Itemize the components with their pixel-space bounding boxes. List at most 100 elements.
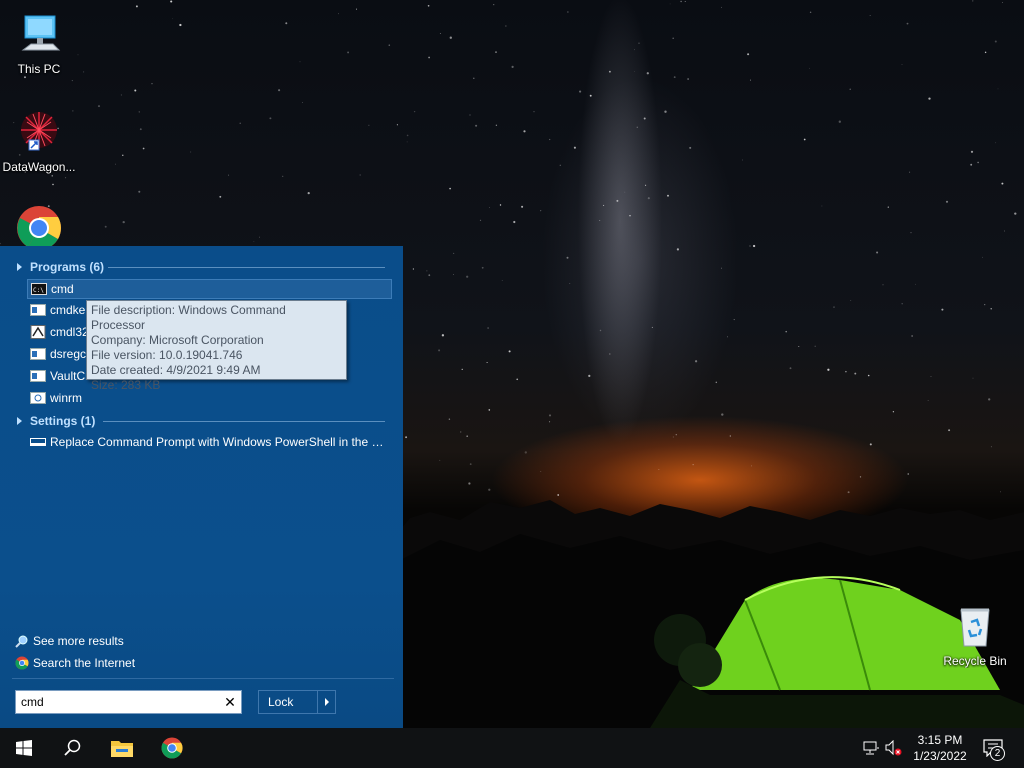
volume-muted-icon[interactable] [884,740,902,756]
star [785,330,787,333]
datawagon-icon [21,112,57,151]
star [511,65,514,68]
star [749,79,751,81]
star [468,482,471,485]
tooltip-version: File version: 10.0.19041.746 [91,348,243,362]
star [406,141,408,143]
star [448,418,451,420]
star [487,327,489,329]
star [460,431,462,433]
star [104,225,107,228]
star [869,443,872,446]
star [135,5,138,8]
taskbar-search-button[interactable] [48,728,96,768]
star [948,429,951,432]
star [887,206,889,208]
star [624,191,626,193]
desktop-icon-datawagon[interactable]: DataWagon... [0,108,78,174]
star [453,274,455,276]
star [634,49,635,51]
star [747,53,750,56]
star [752,244,756,248]
star [533,111,535,113]
star [721,413,724,416]
winrm-icon [30,391,46,405]
star [651,326,653,328]
programs-header-label: Programs (6) [30,260,105,274]
star [603,204,605,206]
star [636,126,638,128]
star [809,67,810,69]
desktop-icon-label: This PC [17,62,61,76]
star [441,334,445,337]
search-box[interactable]: ✕ [15,690,242,714]
star [687,78,689,80]
star [915,283,916,285]
action-center-button[interactable]: 2 [980,736,1010,762]
star [307,191,310,195]
settings-group-header[interactable]: Settings (1) [17,412,387,430]
star [990,446,992,448]
star [995,142,997,144]
star [449,36,452,39]
taskbar-clock[interactable]: 3:15 PM 1/23/2022 [906,732,974,764]
panel-divider [12,678,394,679]
star [501,280,503,281]
star [733,319,735,321]
search-icon [64,739,81,756]
star [997,88,999,90]
star [473,77,475,80]
desktop-icon-this-pc[interactable]: This PC [0,10,78,76]
star [120,94,122,96]
programs-group-header[interactable]: Programs (6) [17,258,387,276]
star [643,117,646,120]
star [859,476,862,478]
star [789,367,792,370]
search-input[interactable] [16,692,219,712]
star [645,184,647,186]
star [438,349,441,352]
app-window-icon [30,369,46,383]
star [428,56,430,59]
taskbar-chrome[interactable] [148,728,196,768]
star [285,22,288,25]
star [540,210,542,212]
star [302,102,304,104]
star [672,37,674,40]
star [833,306,835,308]
app-window-icon [30,303,46,317]
star [907,473,909,475]
star [170,0,173,3]
desktop-icon-recycle-bin[interactable]: Recycle Bin [936,602,1014,668]
star [52,183,54,186]
star [567,11,569,13]
network-icon[interactable] [862,740,880,756]
star [729,435,731,437]
search-internet-link[interactable]: Search the Internet [15,655,135,671]
result-item-cmd[interactable]: C:\ cmd [27,279,392,299]
lock-split-button[interactable]: Lock [258,690,336,714]
star [355,8,358,10]
tooltip-description: File description: Windows Command Proces… [91,303,286,332]
star [972,377,974,379]
star [927,400,929,401]
see-more-results-link[interactable]: See more results [15,633,124,649]
star [849,88,851,90]
star [876,251,879,254]
star [988,398,991,401]
star [616,199,619,202]
lock-button[interactable]: Lock [259,691,317,713]
star [142,147,145,150]
start-button[interactable] [0,728,48,768]
taskbar-file-explorer[interactable] [98,728,146,768]
star [396,124,398,126]
this-pc-icon [21,15,61,51]
star [692,464,694,466]
result-item-setting-powershell[interactable]: Replace Command Prompt with Windows Powe… [27,432,392,452]
lock-options-arrow[interactable] [317,691,335,713]
star [488,409,491,411]
star [486,361,488,364]
expand-arrow-icon [17,417,22,425]
star [453,252,455,254]
clear-search-icon[interactable]: ✕ [219,691,241,713]
